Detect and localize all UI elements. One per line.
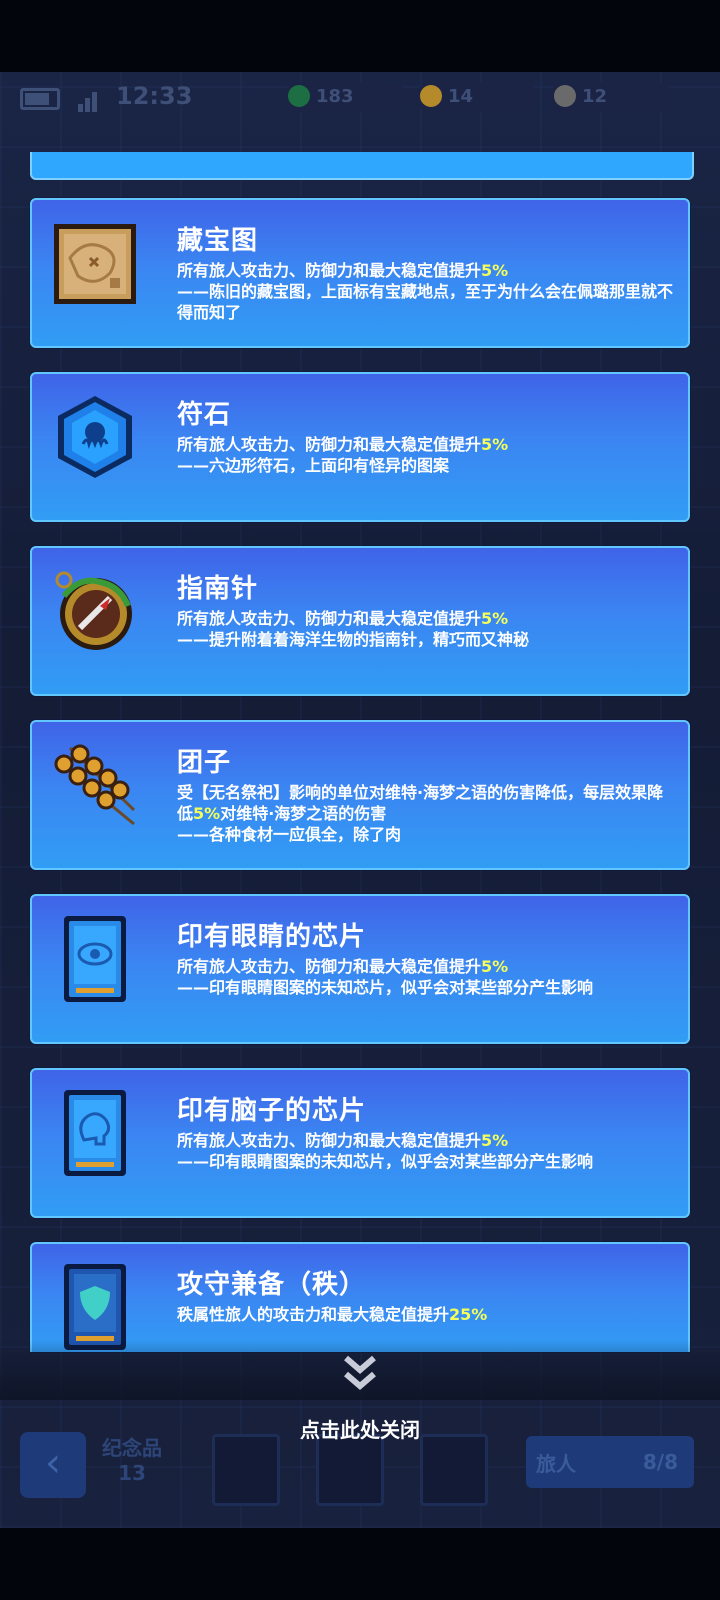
card-description: 所有旅人攻击力、防御力和最大稳定值提升5% ——六边形符石，上面印有怪异的图案 — [177, 434, 677, 476]
silver-coin-icon — [554, 84, 576, 107]
battery-icon — [20, 88, 60, 110]
souvenir-card[interactable]: 攻守兼备（秩） 秩属性旅人的攻击力和最大稳定值提升25% — [30, 1242, 690, 1352]
souvenir-card[interactable]: 符石 所有旅人攻击力、防御力和最大稳定值提升5% ——六边形符石，上面印有怪异的… — [30, 372, 690, 522]
card-description: 所有旅人攻击力、防御力和最大稳定值提升5% ——提升附着着海洋生物的指南针，精巧… — [177, 608, 677, 650]
effect-value: 25% — [449, 1305, 488, 1324]
brain-chip-icon — [50, 1088, 140, 1178]
gold-coin-icon — [420, 84, 442, 107]
currency-gold[interactable]: 14 — [416, 82, 538, 112]
close-label: 点击此处关闭 — [300, 1418, 420, 1442]
card-title: 指南针 — [177, 574, 259, 604]
eye-chip-icon — [50, 914, 140, 1004]
signal-icon — [78, 84, 99, 112]
souvenir-slot[interactable] — [420, 1434, 488, 1506]
souvenir-slot[interactable] — [316, 1434, 384, 1506]
souvenir-card[interactable]: 指南针 所有旅人攻击力、防御力和最大稳定值提升5% ——提升附着着海洋生物的指南… — [30, 546, 690, 696]
bottom-black-bar — [0, 1528, 720, 1600]
top-black-bar — [0, 0, 720, 72]
effect-value: 5% — [193, 804, 221, 823]
effect-value: 5% — [481, 435, 509, 454]
card-description: 受【无名祭祀】影响的单位对维特·海梦之语的伤害降低，每层效果降低5%对维特·海梦… — [177, 782, 677, 845]
card-description: 所有旅人攻击力、防御力和最大稳定值提升5% ——印有眼睛图案的未知芯片，似乎会对… — [177, 1130, 677, 1172]
card-title: 符石 — [177, 400, 232, 430]
hexagon-rune-icon — [50, 392, 140, 482]
clock: 12:33 — [116, 82, 193, 110]
flavor-text: ——印有眼睛图案的未知芯片，似乎会对某些部分产生影响 — [177, 1152, 594, 1171]
shield-chip-icon — [50, 1262, 140, 1352]
card-description: 秩属性旅人的攻击力和最大稳定值提升25% — [177, 1305, 488, 1324]
souvenir-card[interactable]: 藏宝图 所有旅人攻击力、防御力和最大稳定值提升5% ——陈旧的藏宝图，上面标有宝… — [30, 198, 690, 348]
card-title: 印有眼睛的芯片 — [177, 922, 367, 952]
dango-skewer-icon — [50, 740, 140, 830]
souvenir-card[interactable]: 印有眼睛的芯片 所有旅人攻击力、防御力和最大稳定值提升5% ——印有眼睛图案的未… — [30, 894, 690, 1044]
effect-value: 5% — [481, 957, 509, 976]
card-title: 印有脑子的芯片 — [177, 1096, 367, 1126]
effect-value: 5% — [481, 609, 509, 628]
previous-card-edge — [30, 152, 694, 180]
effect-value: 5% — [481, 261, 509, 280]
flavor-text: ——陈旧的藏宝图，上面标有宝藏地点，至于为什么会在佩璐那里就不得而知了 — [177, 282, 674, 322]
effect-value: 5% — [481, 1131, 509, 1150]
souvenir-slot[interactable] — [212, 1434, 280, 1506]
close-panel-button[interactable]: 点击此处关闭 — [0, 1352, 720, 1444]
flavor-text: ——各种食材一应俱全，除了肉 — [177, 825, 402, 844]
flavor-text: ——印有眼睛图案的未知芯片，似乎会对某些部分产生影响 — [177, 978, 594, 997]
card-title: 攻守兼备（秩） — [177, 1270, 367, 1300]
card-title: 团子 — [177, 748, 232, 778]
souvenir-card[interactable]: 团子 受【无名祭祀】影响的单位对维特·海梦之语的伤害降低，每层效果降低5%对维特… — [30, 720, 690, 870]
compass-icon — [50, 566, 140, 656]
green-coin-icon — [288, 84, 310, 107]
currency-silver[interactable]: 12 — [550, 82, 672, 112]
card-description: 所有旅人攻击力、防御力和最大稳定值提升5% ——印有眼睛图案的未知芯片，似乎会对… — [177, 956, 677, 998]
card-title: 藏宝图 — [177, 226, 259, 256]
currency-green[interactable]: 183 — [284, 82, 406, 112]
status-bar: 12:33 183 14 12 — [0, 78, 720, 118]
souvenir-card[interactable]: 印有脑子的芯片 所有旅人攻击力、防御力和最大稳定值提升5% ——印有眼睛图案的未… — [30, 1068, 690, 1218]
flavor-text: ——六边形符石，上面印有怪异的图案 — [177, 456, 450, 475]
flavor-text: ——提升附着着海洋生物的指南针，精巧而又神秘 — [177, 630, 530, 649]
card-description: 所有旅人攻击力、防御力和最大稳定值提升5% ——陈旧的藏宝图，上面标有宝藏地点，… — [177, 260, 677, 323]
chevron-down-icon — [340, 1352, 380, 1396]
treasure-map-icon — [50, 218, 140, 308]
